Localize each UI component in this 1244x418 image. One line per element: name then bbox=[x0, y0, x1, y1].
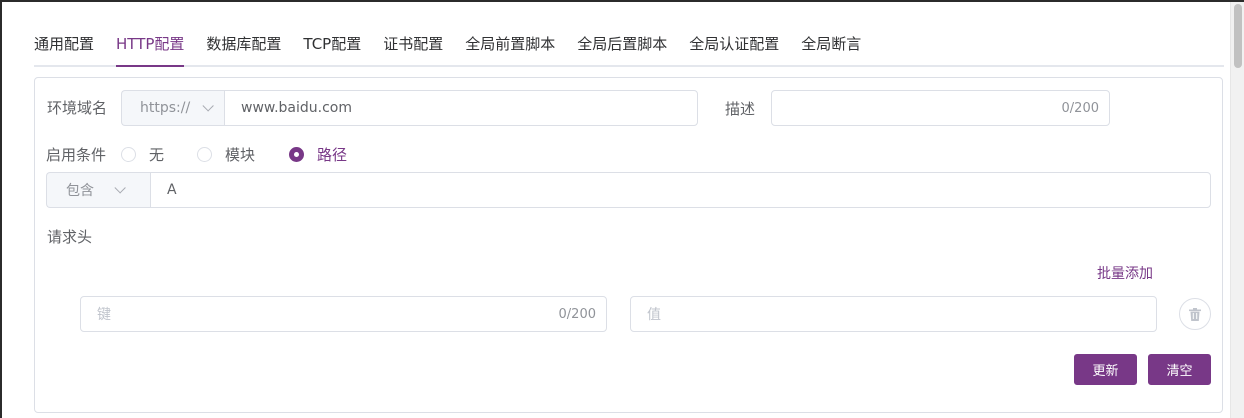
path-value-input[interactable]: A bbox=[150, 172, 1211, 208]
tab-certificate[interactable]: 证书配置 bbox=[372, 33, 454, 65]
header-key-char-count: 0/200 bbox=[558, 306, 596, 322]
env-domain-input-group: https:// www.baidu.com bbox=[121, 90, 698, 126]
config-tabs: 通用配置 HTTP配置 数据库配置 TCP配置 证书配置 全局前置脚本 全局后置… bbox=[34, 33, 1224, 67]
chevron-down-icon bbox=[114, 182, 126, 194]
path-value: A bbox=[167, 182, 177, 198]
clear-button[interactable]: 清空 bbox=[1148, 354, 1211, 385]
chevron-down-icon bbox=[202, 100, 214, 112]
update-button[interactable]: 更新 bbox=[1074, 354, 1137, 385]
request-headers-label: 请求头 bbox=[47, 228, 93, 246]
http-config-panel bbox=[34, 77, 1223, 413]
domain-value: www.baidu.com bbox=[241, 100, 352, 116]
scrollbar-thumb[interactable] bbox=[1234, 4, 1242, 68]
header-key-input-group: 键 0/200 bbox=[80, 296, 607, 332]
tab-tcp[interactable]: TCP配置 bbox=[292, 33, 372, 65]
header-value-input-group: 值 bbox=[630, 296, 1157, 332]
radio-none-circle bbox=[121, 147, 136, 162]
tab-global-post-script[interactable]: 全局后置脚本 bbox=[566, 33, 678, 65]
path-operator-select[interactable]: 包含 bbox=[46, 172, 150, 208]
protocol-select[interactable]: https:// bbox=[121, 90, 224, 126]
description-input-group: 0/200 bbox=[771, 90, 1110, 126]
path-condition-input-group: 包含 A bbox=[46, 172, 1211, 208]
header-key-placeholder: 键 bbox=[97, 307, 111, 323]
batch-add-link[interactable]: 批量添加 bbox=[1097, 263, 1153, 283]
enable-condition-label: 启用条件 bbox=[46, 146, 107, 164]
tab-global-assertion[interactable]: 全局断言 bbox=[790, 33, 872, 65]
tab-global-pre-script[interactable]: 全局前置脚本 bbox=[454, 33, 566, 65]
header-value-input[interactable]: 值 bbox=[630, 296, 1157, 332]
radio-module[interactable]: 模块 bbox=[197, 144, 255, 165]
path-operator-value: 包含 bbox=[66, 183, 94, 199]
description-input[interactable]: 0/200 bbox=[771, 90, 1110, 126]
vertical-scrollbar[interactable] bbox=[1230, 2, 1244, 418]
env-domain-label: 环境域名 bbox=[47, 99, 108, 117]
delete-header-button[interactable] bbox=[1179, 298, 1211, 330]
tab-http[interactable]: HTTP配置 bbox=[105, 33, 195, 67]
radio-path[interactable]: 路径 bbox=[289, 144, 347, 165]
tab-database[interactable]: 数据库配置 bbox=[195, 33, 292, 65]
header-key-input[interactable]: 键 0/200 bbox=[80, 296, 607, 332]
radio-path-label: 路径 bbox=[317, 146, 348, 164]
radio-module-label: 模块 bbox=[225, 146, 256, 164]
protocol-value: https:// bbox=[140, 100, 191, 116]
tab-global-auth[interactable]: 全局认证配置 bbox=[678, 33, 790, 65]
radio-none-label: 无 bbox=[149, 146, 165, 164]
radio-none[interactable]: 无 bbox=[121, 144, 164, 165]
tab-general[interactable]: 通用配置 bbox=[34, 33, 105, 65]
description-label: 描述 bbox=[725, 100, 756, 118]
domain-input[interactable]: www.baidu.com bbox=[224, 90, 698, 126]
description-char-count: 0/200 bbox=[1061, 100, 1099, 116]
trash-icon bbox=[1189, 307, 1201, 321]
radio-path-circle bbox=[289, 147, 304, 162]
header-value-placeholder: 值 bbox=[647, 307, 661, 323]
radio-module-circle bbox=[197, 147, 212, 162]
